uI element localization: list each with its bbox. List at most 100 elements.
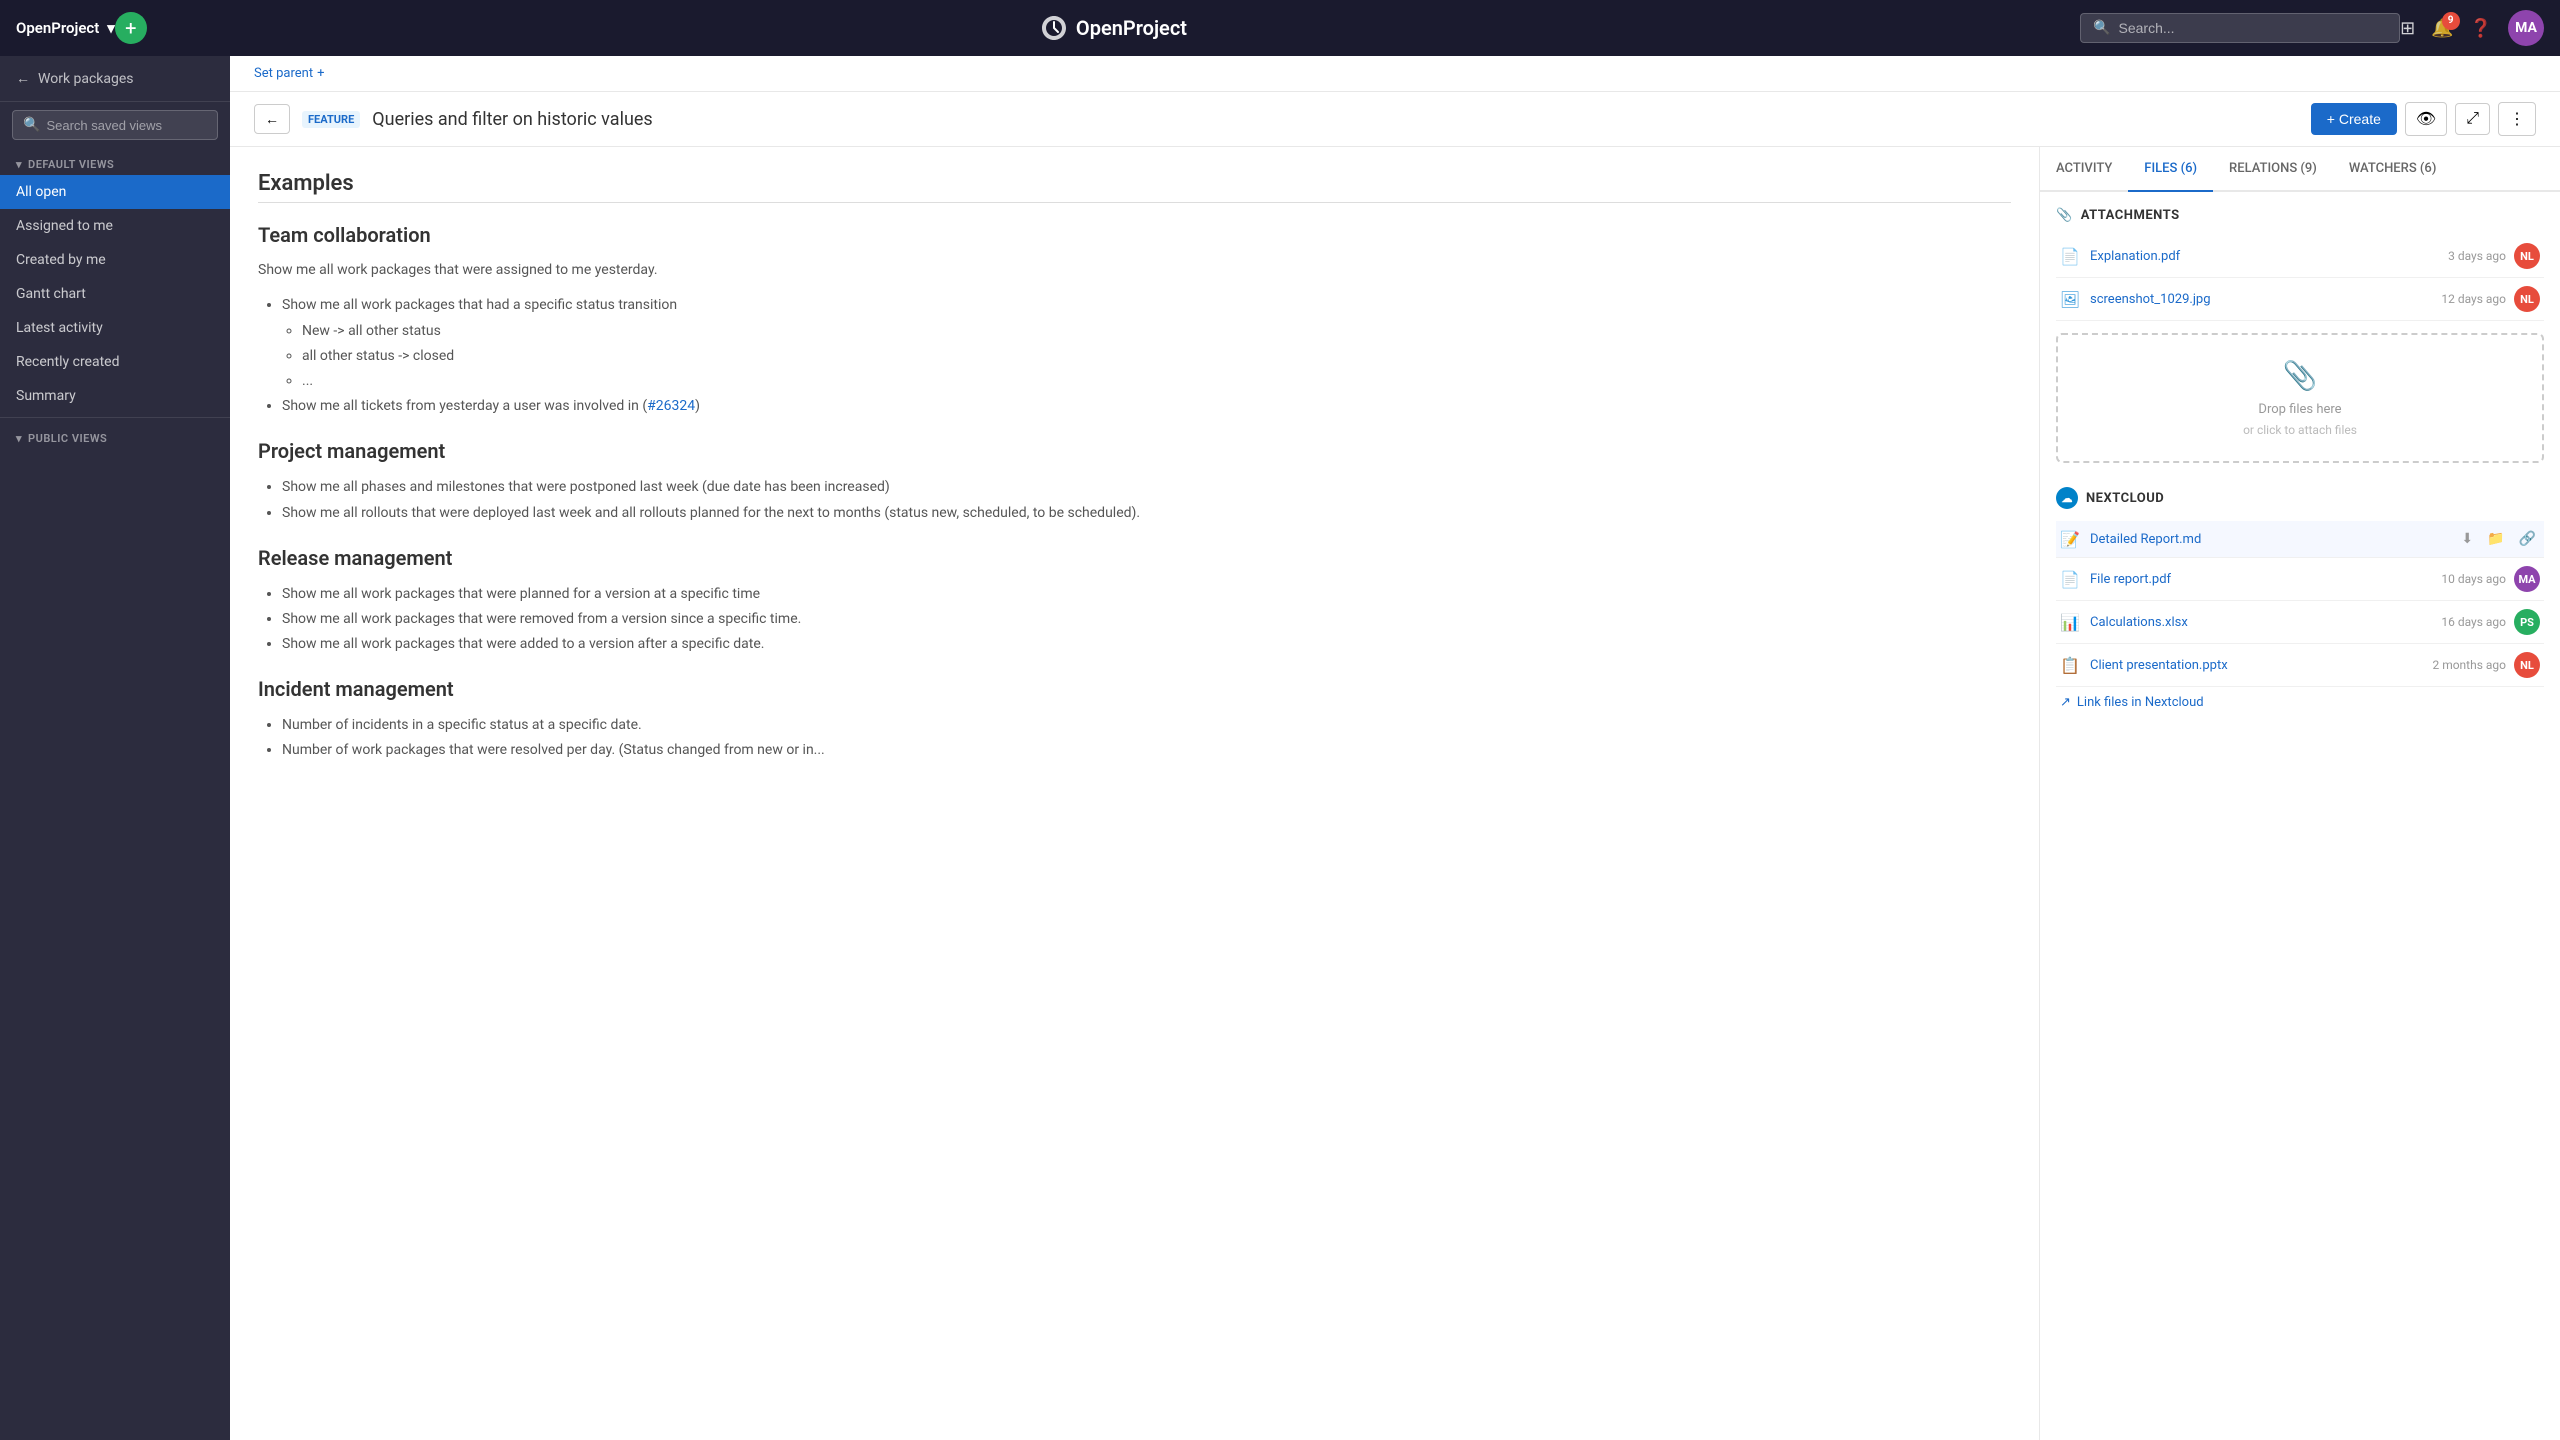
section-divider <box>258 202 2011 203</box>
sublist: New -> all other status all other status… <box>282 319 2011 395</box>
tab-files-label: FILES (6) <box>2144 161 2197 176</box>
download-icon[interactable]: ⬇ <box>2457 529 2477 549</box>
sidebar-item-created-by-me[interactable]: Created by me <box>0 243 230 277</box>
view-button[interactable]: 👁 <box>2405 102 2447 136</box>
search-input[interactable] <box>2119 20 2388 36</box>
wp-back-button[interactable]: ← <box>254 104 290 134</box>
sidebar-back-label: Work packages <box>38 71 134 87</box>
paperclip-icon: 📎 <box>2056 208 2073 223</box>
file-author-avatar: MA <box>2514 566 2540 592</box>
sidebar-item-label: Latest activity <box>16 320 103 336</box>
file-name-link[interactable]: screenshot_1029.jpg <box>2090 292 2431 307</box>
doc-icon: 📝 <box>2060 529 2080 549</box>
file-name-link[interactable]: File report.pdf <box>2090 572 2431 587</box>
sidebar-item-latest-activity[interactable]: Latest activity <box>0 311 230 345</box>
default-views-header[interactable]: ▾ DEFAULT VIEWS <box>0 148 230 175</box>
tab-relations[interactable]: RELATIONS (9) <box>2213 147 2333 192</box>
file-name-link[interactable]: Detailed Report.md <box>2090 532 2447 547</box>
list-item: Show me all phases and milestones that w… <box>282 475 2011 500</box>
nextcloud-header: ☁ NEXTCLOUD <box>2056 487 2544 509</box>
drop-zone-subtext: or click to attach files <box>2243 423 2357 437</box>
file-name-link[interactable]: Explanation.pdf <box>2090 249 2438 264</box>
attachments-title: 📎 ATTACHMENTS <box>2056 208 2544 223</box>
eye-icon: 👁 <box>2416 109 2436 129</box>
file-time: 3 days ago <box>2448 249 2506 263</box>
sidebar-search-icon: 🔍 <box>23 117 40 133</box>
notifications-button[interactable]: 🔔 9 <box>2431 18 2453 39</box>
pdf-icon: 📄 <box>2060 569 2080 589</box>
sidebar: ← Work packages 🔍 ▾ DEFAULT VIEWS All op… <box>0 56 230 1440</box>
attachment-item: 🖼 screenshot_1029.jpg 12 days ago NL <box>2056 278 2544 321</box>
file-meta: 10 days ago MA <box>2441 566 2540 592</box>
sidebar-back-button[interactable]: ← Work packages <box>0 56 230 102</box>
feature-badge: FEATURE <box>302 111 360 128</box>
list-item: Show me all rollouts that were deployed … <box>282 501 2011 526</box>
back-arrow-icon: ← <box>16 70 30 87</box>
image-icon: 🖼 <box>2060 289 2080 309</box>
project-selector[interactable]: OpenProject ▾ <box>16 19 115 37</box>
list-item: Number of work packages that were resolv… <box>282 738 2011 763</box>
file-meta: 12 days ago NL <box>2441 286 2540 312</box>
public-views-header[interactable]: ▾ PUBLIC VIEWS <box>0 422 230 449</box>
file-author-avatar: PS <box>2514 609 2540 635</box>
split-content: Examples Team collaboration Show me all … <box>230 147 2560 1440</box>
sidebar-search-input[interactable] <box>46 118 207 133</box>
sidebar-item-label: Created by me <box>16 252 106 268</box>
file-name-link[interactable]: Client presentation.pptx <box>2090 658 2422 673</box>
help-icon[interactable]: ❓ <box>2470 18 2492 39</box>
release-list: Show me all work packages that were plan… <box>258 582 2011 658</box>
global-search[interactable]: 🔍 <box>2080 13 2400 43</box>
project-list: Show me all phases and milestones that w… <box>258 475 2011 525</box>
project-chevron: ▾ <box>107 19 115 37</box>
sidebar-item-all-open[interactable]: All open <box>0 175 230 209</box>
sidebar-item-gantt-chart[interactable]: Gantt chart <box>0 277 230 311</box>
ticket-link[interactable]: #26324 <box>647 398 695 414</box>
list-item: all other status -> closed <box>302 344 2011 369</box>
sidebar-item-label: Gantt chart <box>16 286 86 302</box>
sidebar-item-label: All open <box>16 184 66 200</box>
sidebar-item-recently-created[interactable]: Recently created <box>0 345 230 379</box>
folder-icon[interactable]: 📁 <box>2483 529 2508 549</box>
file-author-avatar: NL <box>2514 286 2540 312</box>
nextcloud-file-item: 📝 Detailed Report.md ⬇ 📁 🔗 <box>2056 521 2544 558</box>
file-name-link[interactable]: Calculations.xlsx <box>2090 615 2431 630</box>
section-heading-release: Release management <box>258 546 2011 570</box>
public-views-label: PUBLIC VIEWS <box>28 432 107 445</box>
sidebar-search[interactable]: 🔍 <box>12 110 218 140</box>
sidebar-item-summary[interactable]: Summary <box>0 379 230 413</box>
set-parent-plus: + <box>317 66 324 81</box>
tab-watchers[interactable]: WATCHERS (6) <box>2333 147 2453 192</box>
more-button[interactable]: ⋮ <box>2498 102 2536 136</box>
file-meta: 3 days ago NL <box>2448 243 2540 269</box>
sidebar-item-label: Assigned to me <box>16 218 113 234</box>
tab-activity[interactable]: ACTIVITY <box>2040 147 2128 192</box>
file-author-avatar: NL <box>2514 243 2540 269</box>
file-time: 2 months ago <box>2432 658 2506 672</box>
logo-icon <box>1040 14 1068 42</box>
search-icon: 🔍 <box>2093 20 2110 36</box>
sidebar-divider <box>0 417 230 418</box>
drop-zone[interactable]: 📎 Drop files here or click to attach fil… <box>2056 333 2544 463</box>
unlink-icon[interactable]: 🔗 <box>2515 529 2540 549</box>
link-nextcloud-button[interactable]: ↗ Link files in Nextcloud <box>2056 687 2544 718</box>
right-panel: ACTIVITY FILES (6) RELATIONS (9) WATCHER… <box>2040 147 2560 1440</box>
set-parent-link[interactable]: Set parent + <box>254 66 324 81</box>
list-item: Show me all work packages that had a spe… <box>282 293 2011 394</box>
file-time: 16 days ago <box>2441 615 2506 629</box>
list-item: Show me all work packages that were plan… <box>282 582 2011 607</box>
presentation-icon: 📋 <box>2060 655 2080 675</box>
attachments-label: ATTACHMENTS <box>2081 208 2180 223</box>
main-layout: ← Work packages 🔍 ▾ DEFAULT VIEWS All op… <box>0 56 2560 1440</box>
incident-list: Number of incidents in a specific status… <box>258 713 2011 763</box>
grid-icon[interactable]: ⊞ <box>2400 18 2415 39</box>
expand-button[interactable]: ⤢ <box>2455 103 2490 135</box>
tab-files[interactable]: FILES (6) <box>2128 147 2213 192</box>
sidebar-item-assigned-to-me[interactable]: Assigned to me <box>0 209 230 243</box>
set-parent-text: Set parent <box>254 66 313 81</box>
add-button[interactable]: + <box>115 12 147 44</box>
create-button[interactable]: + Create <box>2311 103 2397 135</box>
list-item: Number of incidents in a specific status… <box>282 713 2011 738</box>
top-nav-center: OpenProject <box>147 14 2080 42</box>
nextcloud-file-item: 📋 Client presentation.pptx 2 months ago … <box>2056 644 2544 687</box>
user-avatar[interactable]: MA <box>2508 10 2544 46</box>
